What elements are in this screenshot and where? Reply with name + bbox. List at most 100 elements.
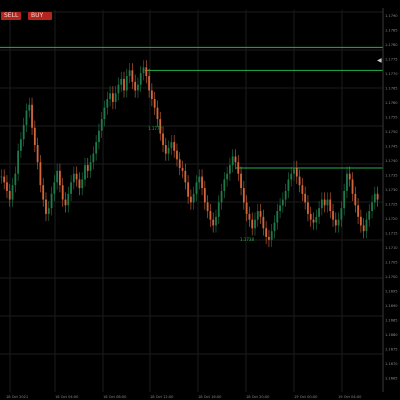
candle-body	[368, 211, 371, 220]
candle-body	[348, 173, 351, 180]
candle-body	[103, 107, 106, 120]
candle-body	[59, 170, 61, 186]
candle-body	[254, 219, 256, 229]
candle-body	[36, 144, 39, 163]
candle-body	[351, 179, 354, 194]
candle-body	[181, 167, 184, 171]
candle-body	[209, 211, 212, 220]
candle-body	[284, 190, 287, 200]
candle-body	[25, 110, 28, 125]
chart-background	[0, 0, 400, 400]
price-tick-label: 1.1780	[385, 43, 398, 47]
price-tick-label: 1.1685	[385, 319, 398, 323]
candle-body	[75, 173, 78, 180]
candle-body	[287, 179, 290, 191]
candle-body	[226, 173, 229, 180]
candle-body	[231, 156, 234, 166]
buy-button[interactable]: BUY	[28, 12, 52, 20]
candle-body	[111, 93, 114, 102]
candle-body	[170, 142, 173, 148]
candle-body	[50, 193, 53, 209]
candle-body	[17, 150, 20, 174]
candle-body	[86, 165, 89, 171]
candle-body	[212, 219, 215, 226]
candle-body	[39, 162, 42, 186]
candle-body	[22, 124, 25, 140]
price-tick-label: 1.1725	[385, 203, 398, 207]
candle-body	[47, 208, 50, 214]
candle-body	[203, 188, 206, 203]
time-tick-label: 18 Oct 04:00	[55, 395, 79, 399]
candle-body	[371, 202, 373, 212]
candle-body	[53, 182, 56, 194]
candle-body	[376, 193, 379, 200]
candle-body	[279, 205, 281, 212]
price-tick-label: 1.1765	[385, 87, 398, 91]
candle-body	[357, 205, 359, 217]
candle-body	[156, 107, 159, 120]
time-tick-label: 18 Oct 20:00	[246, 395, 270, 399]
candle-body	[33, 127, 36, 145]
price-tick-label: 1.1785	[385, 29, 398, 33]
candle-body	[281, 199, 284, 206]
candle-body	[332, 211, 334, 220]
price-tick-label: 1.1730	[385, 188, 398, 192]
candle-body	[176, 150, 178, 160]
candle-body	[337, 219, 340, 226]
candle-body	[259, 211, 262, 217]
candle-body	[153, 99, 156, 108]
candle-body	[307, 202, 309, 214]
candle-body	[64, 199, 67, 206]
candle-body	[0, 176, 3, 178]
candle-body	[223, 179, 226, 191]
candle-body	[262, 216, 265, 229]
candle-body	[78, 179, 81, 189]
candle-body	[178, 159, 181, 168]
candle-body	[301, 185, 304, 194]
price-tick-label: 1.1775	[385, 58, 398, 62]
candle-body	[234, 156, 237, 163]
candle-body	[268, 236, 270, 240]
candle-body	[137, 84, 139, 91]
sell-button[interactable]: SELL	[1, 12, 21, 20]
candle-body	[295, 167, 298, 177]
candle-body	[298, 176, 301, 186]
candle-body	[290, 173, 293, 180]
candle-body	[242, 188, 245, 203]
candle-body	[304, 193, 307, 203]
candle-body	[128, 70, 131, 77]
candle-body	[31, 104, 33, 128]
candle-body	[109, 93, 111, 100]
candle-body	[150, 90, 153, 100]
candle-body	[139, 73, 142, 85]
time-tick-label: 19 Oct 00:00	[294, 395, 318, 399]
candle-body	[354, 193, 357, 206]
price-chart[interactable]: 1.1790 1.1785 1.1780 1.1775 1.1770 1.1765 1.17…	[0, 0, 400, 400]
time-tick-label: 18 Oct 16:00	[198, 395, 222, 399]
candle-body	[162, 133, 164, 145]
price-tick-label: 1.1670	[385, 362, 398, 366]
candle-body	[189, 196, 192, 203]
candle-body	[192, 193, 195, 203]
candle-body	[114, 93, 117, 102]
candle-body	[89, 162, 92, 171]
candle-body	[217, 202, 220, 217]
candle-body	[323, 199, 326, 206]
candle-body	[100, 119, 103, 131]
current-price-marker[interactable]: ◀	[377, 57, 382, 64]
candle-body	[6, 182, 8, 191]
price-tick-label: 1.1740	[385, 159, 398, 163]
price-tick-label: 1.1770	[385, 72, 398, 76]
time-tick-label: 18 Oct 08:00	[103, 395, 127, 399]
candle-body	[81, 179, 84, 189]
candle-body	[72, 173, 75, 183]
level-label-high: 1.1772	[148, 126, 162, 131]
candle-body	[320, 199, 323, 209]
candle-body	[373, 193, 376, 203]
candle-body	[14, 173, 17, 186]
time-tick-label: 19 Oct 04:00	[338, 395, 362, 399]
price-tick-label: 1.1665	[385, 377, 398, 381]
candle-body	[84, 165, 86, 180]
candle-body	[340, 208, 343, 220]
candle-body	[256, 211, 259, 220]
